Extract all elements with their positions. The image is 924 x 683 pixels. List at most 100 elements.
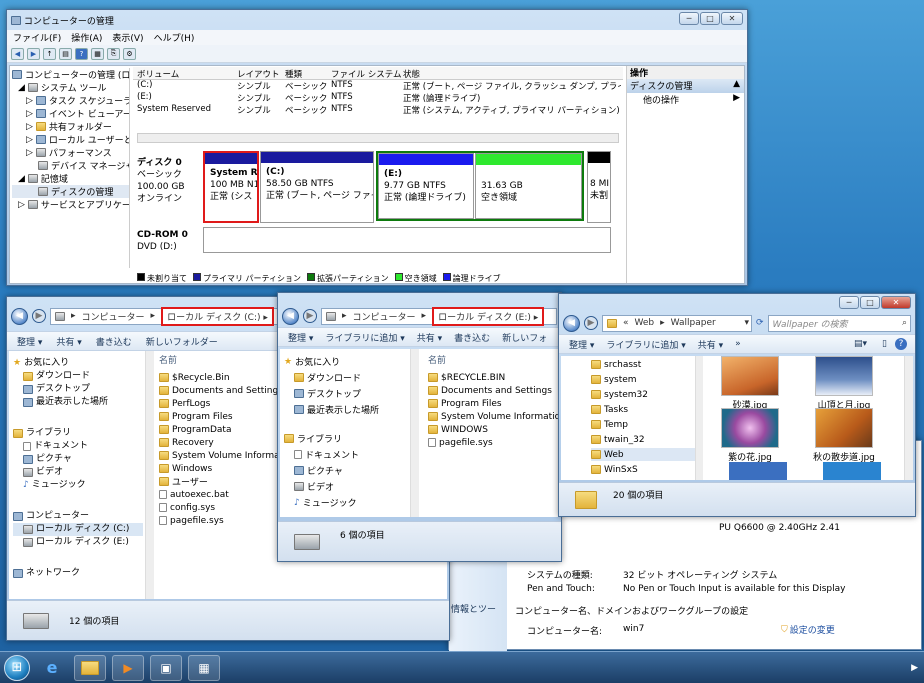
actions-section[interactable]: ディスクの管理 ▲	[627, 79, 744, 93]
breadcrumb-web[interactable]: Web	[635, 318, 655, 328]
nav-local-disk-e[interactable]: ローカル ディスク (E:)	[13, 536, 143, 549]
thumbnail-item[interactable]: 紫の花.jpg	[715, 408, 785, 463]
preview-pane-icon[interactable]: ▯	[882, 339, 887, 349]
tree-folder[interactable]: WinSxS	[591, 463, 695, 476]
menu-help[interactable]: ヘルプ(H)	[154, 31, 195, 44]
nav-favorites[interactable]: ★ お気に入り	[13, 357, 143, 370]
share-button[interactable]: 共有 ▾	[417, 331, 442, 344]
volume-row[interactable]: (C:) シンプル ベーシック NTFS 正常 (ブート, ページ ファイル, …	[133, 80, 623, 92]
start-button[interactable]: ⊞	[4, 654, 30, 681]
media-player-icon[interactable]: ▶	[112, 654, 144, 681]
tree-folder-web[interactable]: Web	[591, 448, 695, 461]
show-hide-tree-icon[interactable]: ▤	[59, 47, 72, 60]
tree-disk-management[interactable]: ディスクの管理	[12, 185, 129, 198]
breadcrumb-computer[interactable]: コンピューター	[82, 310, 145, 323]
cdrom-area[interactable]	[203, 227, 611, 253]
share-button[interactable]: 共有 ▾	[56, 335, 81, 348]
file-item[interactable]: pagefile.sys	[428, 436, 556, 449]
partition-system-reserved[interactable]: System Re 100 MB N1 正常 (シス	[203, 151, 259, 223]
file-item[interactable]: Program Files	[428, 397, 556, 410]
col-volume[interactable]: ボリューム	[137, 68, 179, 80]
tree-scrollbar[interactable]	[695, 356, 703, 480]
partition-unallocated[interactable]: 8 MI 未割	[587, 151, 611, 223]
nav-downloads[interactable]: ダウンロード	[13, 370, 143, 383]
close-button[interactable]: ✕	[881, 296, 911, 309]
computer-management-taskbar-icon[interactable]: ▣	[150, 654, 182, 681]
tree-local-users[interactable]: ▷ ローカル ユーザーとグ	[12, 133, 129, 147]
nav-documents[interactable]: ドキュメント	[284, 448, 410, 461]
nav-recent[interactable]: 最近表示した場所	[284, 403, 410, 416]
nav-downloads[interactable]: ダウンロード	[284, 371, 410, 384]
title-bar[interactable]: コンピューターの管理	[7, 10, 747, 30]
more-commands-button[interactable]: »	[735, 339, 741, 349]
export-icon[interactable]: ⎘	[107, 47, 120, 60]
tree-folder[interactable]: system32	[591, 388, 695, 401]
tree-shared-folders[interactable]: ▷ 共有フォルダー	[12, 120, 129, 134]
horizontal-scrollbar[interactable]	[137, 133, 619, 143]
tree-folder[interactable]: srchasst	[591, 358, 695, 371]
back-icon[interactable]: ◀	[282, 307, 299, 325]
volume-row[interactable]: System Reserved シンプル ベーシック NTFS 正常 (システム…	[133, 104, 623, 116]
breadcrumb-computer[interactable]: コンピューター	[353, 310, 416, 323]
thumbnail-item-partial[interactable]	[729, 462, 787, 480]
close-button[interactable]: ✕	[721, 12, 743, 25]
menu-file[interactable]: ファイル(F)	[13, 31, 61, 44]
partition-e[interactable]: (E:) 9.77 GB NTFS 正常 (論理ドライブ)	[378, 153, 474, 219]
nav-libraries[interactable]: ライブラリ	[284, 432, 410, 445]
tree-services[interactable]: ▷ サービスとアプリケーショ	[12, 198, 129, 212]
volume-row[interactable]: (E:) シンプル ベーシック NTFS 正常 (論理ドライブ)	[133, 92, 623, 104]
nav-videos[interactable]: ビデオ	[13, 466, 143, 479]
partition-c[interactable]: (C:) 58.50 GB NTFS 正常 (ブート, ページ ファイル,	[260, 151, 374, 223]
minimize-button[interactable]: ─	[679, 12, 699, 25]
settings-icon[interactable]: ⚙	[123, 47, 136, 60]
nav-favorites[interactable]: ★ お気に入り	[284, 355, 410, 369]
partition-free-space[interactable]: 31.63 GB 空き領域	[475, 153, 582, 219]
new-folder-button[interactable]: 新しいフォ	[502, 331, 547, 344]
tree-performance[interactable]: ▷ パフォーマンス	[12, 146, 129, 160]
address-bar[interactable]: « Web ▸ Wallpaper ▾	[602, 314, 752, 332]
back-icon[interactable]: ◀	[563, 314, 580, 332]
nav-pictures[interactable]: ピクチャ	[13, 453, 143, 466]
tree-system-tools[interactable]: ◢ システム ツール	[12, 81, 129, 95]
forward-icon[interactable]: ▶	[27, 47, 40, 60]
organize-button[interactable]: 整理 ▾	[17, 335, 42, 348]
system-taskbar-icon[interactable]: ▦	[188, 654, 220, 681]
help-icon[interactable]: ?	[895, 338, 907, 350]
nav-desktop[interactable]: デスクトップ	[13, 383, 143, 396]
minimize-button[interactable]: ─	[839, 296, 859, 309]
actions-more[interactable]: 他の操作 ▶	[627, 93, 744, 107]
col-layout[interactable]: レイアウト	[237, 68, 280, 80]
nav-libraries[interactable]: ライブラリ	[13, 427, 143, 440]
nav-network[interactable]: ネットワーク	[13, 567, 143, 580]
tree-device-manager[interactable]: デバイス マネージャー	[12, 159, 129, 172]
new-folder-button[interactable]: 新しいフォルダー	[146, 335, 218, 348]
nav-scrollbar[interactable]	[410, 349, 419, 517]
tree-root[interactable]: コンピューターの管理 (ローカ	[12, 68, 129, 81]
nav-recent[interactable]: 最近表示した場所	[13, 396, 143, 409]
col-status[interactable]: 状態	[403, 68, 420, 80]
add-to-library-button[interactable]: ライブラリに追加 ▾	[606, 338, 685, 351]
nav-pictures[interactable]: ピクチャ	[284, 464, 410, 477]
nav-scrollbar[interactable]	[145, 351, 154, 599]
view-options-icon[interactable]: ▤▾	[854, 339, 867, 349]
organize-button[interactable]: 整理 ▾	[288, 331, 313, 344]
col-filesystem[interactable]: ファイル システム	[331, 68, 401, 80]
share-button[interactable]: 共有 ▾	[698, 338, 723, 351]
file-item[interactable]: $RECYCLE.BIN	[428, 371, 556, 384]
file-item[interactable]: Documents and Settings	[428, 384, 556, 397]
thumbnail-item[interactable]: 秋の散歩道.jpg	[809, 408, 879, 463]
burn-button[interactable]: 書き込む	[454, 331, 490, 344]
tree-event-viewer[interactable]: ▷ イベント ビューアー	[12, 107, 129, 121]
maximize-button[interactable]: □	[700, 12, 720, 25]
nav-videos[interactable]: ビデオ	[284, 480, 410, 493]
maximize-button[interactable]: □	[860, 296, 880, 309]
refresh-icon[interactable]: ⟳	[756, 318, 764, 328]
forward-icon[interactable]: ▶	[584, 316, 598, 330]
search-input[interactable]: Wallpaper の検索 ⌕	[767, 314, 911, 332]
breadcrumb-location[interactable]: ローカル ディスク (C:) ▸	[161, 306, 274, 326]
windows-explorer-icon[interactable]	[74, 654, 106, 681]
nav-computer[interactable]: コンピューター	[13, 510, 143, 523]
burn-button[interactable]: 書き込む	[96, 335, 132, 348]
change-settings-link[interactable]: ⛉ 設定の変更	[781, 623, 835, 637]
breadcrumb-overflow[interactable]: «	[623, 318, 629, 328]
